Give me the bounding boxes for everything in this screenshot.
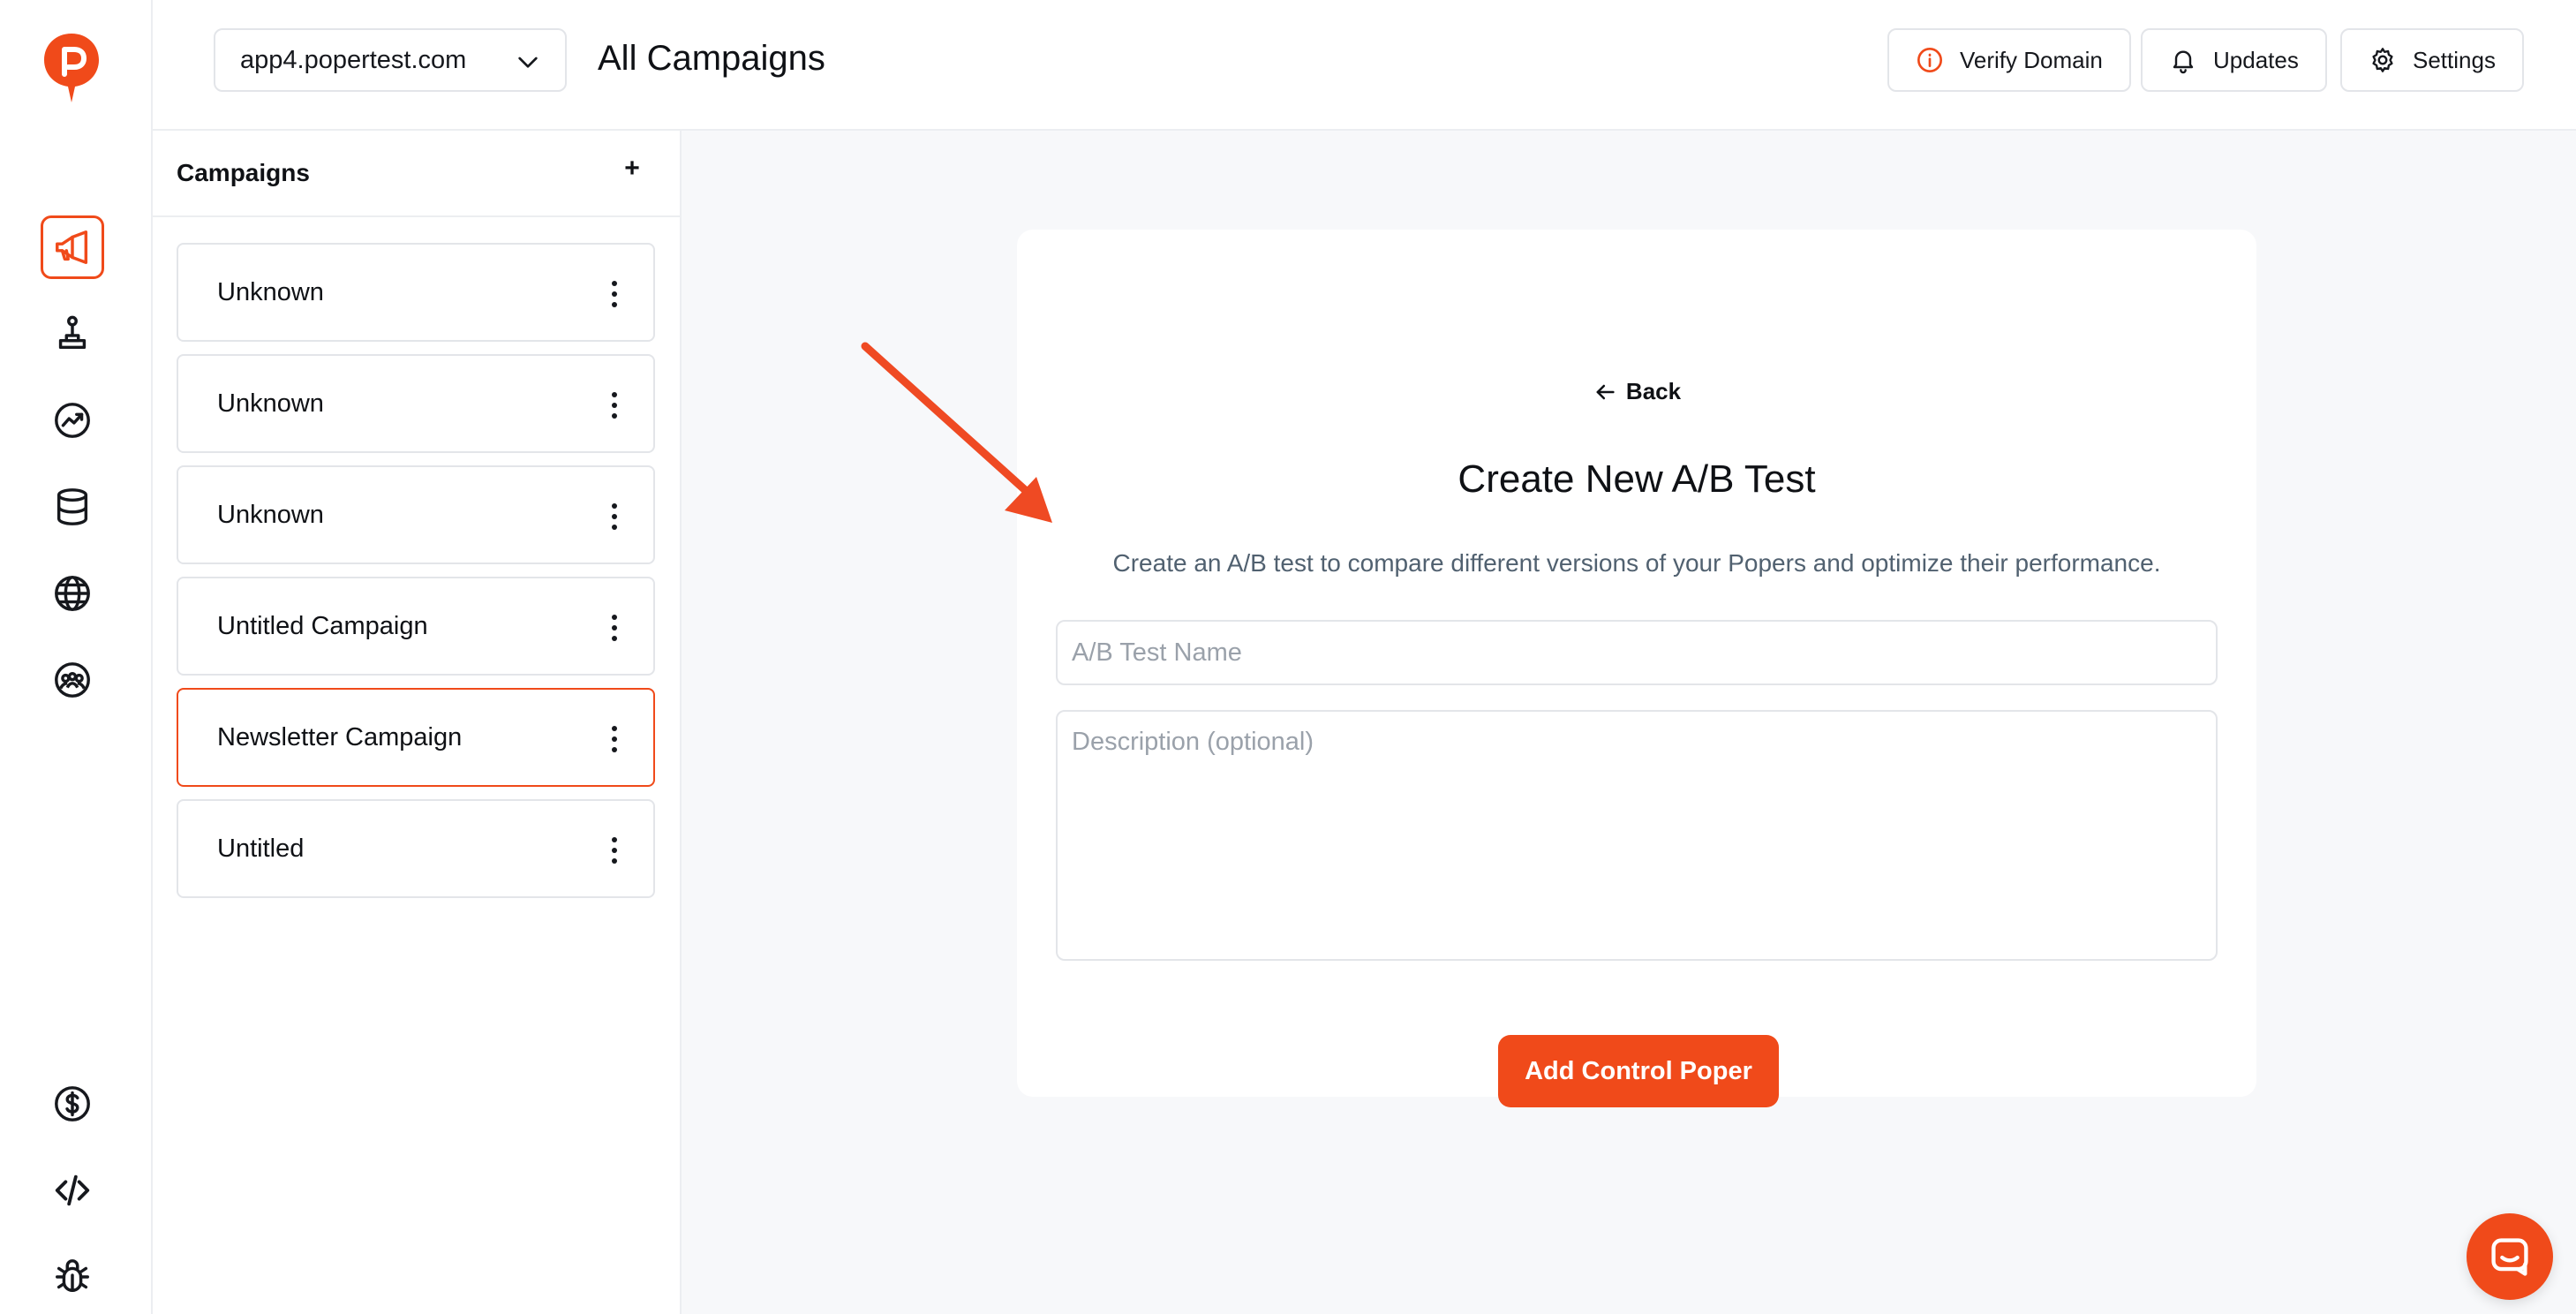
domain-select[interactable]: app4.popertest.com (214, 28, 567, 92)
form-title: Create New A/B Test (1457, 457, 1816, 501)
more-vertical-icon[interactable] (606, 389, 623, 421)
chat-launcher-button[interactable] (2467, 1213, 2553, 1300)
page-title: All Campaigns (598, 39, 825, 78)
globe-icon (55, 576, 90, 611)
rail-analytics-button[interactable] (41, 389, 104, 452)
top-bar: app4.popertest.com All Campaigns Verify … (153, 0, 2576, 131)
updates-button[interactable]: Updates (2141, 28, 2327, 92)
rail-audience-button[interactable] (41, 648, 104, 712)
back-label: Back (1625, 378, 1682, 404)
settings-button[interactable]: Settings (2340, 28, 2524, 92)
poper-logo-icon[interactable] (41, 30, 102, 108)
chat-icon (2491, 1238, 2528, 1276)
annotation-arrow-icon (861, 342, 1052, 523)
code-icon (55, 1174, 90, 1206)
campaign-list-item[interactable]: Unknown (177, 354, 655, 453)
bell-icon (2173, 50, 2194, 74)
dollar-icon (55, 1086, 90, 1121)
rail-data-button[interactable] (41, 475, 104, 539)
add-campaign-button[interactable]: + (617, 154, 647, 184)
rail-games-button[interactable] (41, 302, 104, 366)
rail-developer-button[interactable] (41, 1159, 104, 1222)
ab-test-name-input[interactable] (1056, 620, 2218, 685)
joystick-icon (58, 315, 87, 350)
add-control-poper-button[interactable]: Add Control Poper (1498, 1035, 1779, 1107)
rail-campaigns-button[interactable] (41, 215, 104, 279)
database-icon (56, 488, 88, 525)
updates-label: Updates (2213, 46, 2299, 73)
megaphone-icon (56, 230, 88, 264)
description-textarea[interactable] (1056, 710, 2218, 961)
trend-chart-icon (55, 403, 90, 438)
rail-bug-report-button[interactable] (41, 1245, 104, 1309)
campaign-list-item-selected[interactable]: Newsletter Campaign (177, 688, 655, 787)
bug-icon (56, 1259, 89, 1293)
back-row: Back (1017, 378, 2256, 405)
more-vertical-icon[interactable] (606, 501, 623, 532)
campaign-name: Untitled (217, 834, 305, 863)
more-vertical-icon[interactable] (606, 723, 623, 755)
campaign-list-item[interactable]: Untitled (177, 799, 655, 898)
campaign-name: Unknown (217, 389, 324, 418)
campaign-list-item[interactable]: Unknown (177, 465, 655, 564)
rail-domains-button[interactable] (41, 562, 104, 625)
campaign-sidebar: Campaigns + Unknown Unknown Unknown Unti… (153, 131, 682, 1314)
campaign-name: Untitled Campaign (217, 612, 428, 640)
gear-icon (2372, 48, 2393, 72)
verify-domain-label: Verify Domain (1960, 46, 2103, 73)
campaign-sidebar-header: Campaigns + (153, 131, 680, 217)
chevron-down-icon (518, 57, 538, 68)
app-root: app4.popertest.com All Campaigns Verify … (0, 0, 2576, 1314)
campaign-list-item[interactable]: Unknown (177, 243, 655, 342)
more-vertical-icon[interactable] (606, 834, 623, 866)
campaign-name: Newsletter Campaign (217, 723, 463, 751)
left-rail (0, 0, 153, 1314)
verify-domain-button[interactable]: Verify Domain (1887, 28, 2131, 92)
domain-select-value: app4.popertest.com (240, 45, 467, 74)
campaign-name: Unknown (217, 278, 324, 306)
settings-label: Settings (2413, 46, 2496, 73)
form-subtitle: Create an A/B test to compare different … (1112, 549, 2161, 577)
more-vertical-icon[interactable] (606, 278, 623, 310)
back-button[interactable]: Back (1593, 378, 1681, 405)
more-vertical-icon[interactable] (606, 612, 623, 644)
campaign-list-item[interactable]: Untitled Campaign (177, 577, 655, 676)
campaign-name: Unknown (217, 501, 324, 529)
group-icon (55, 662, 90, 698)
ab-test-form-card: Back Create New A/B Test Create an A/B t… (1017, 230, 2256, 1107)
info-icon (1917, 48, 1942, 72)
rail-billing-button[interactable] (41, 1072, 104, 1136)
campaigns-title: Campaigns (177, 159, 310, 186)
arrow-left-icon (1596, 384, 1615, 399)
main-content: Back Create New A/B Test Create an A/B t… (682, 131, 2576, 1314)
